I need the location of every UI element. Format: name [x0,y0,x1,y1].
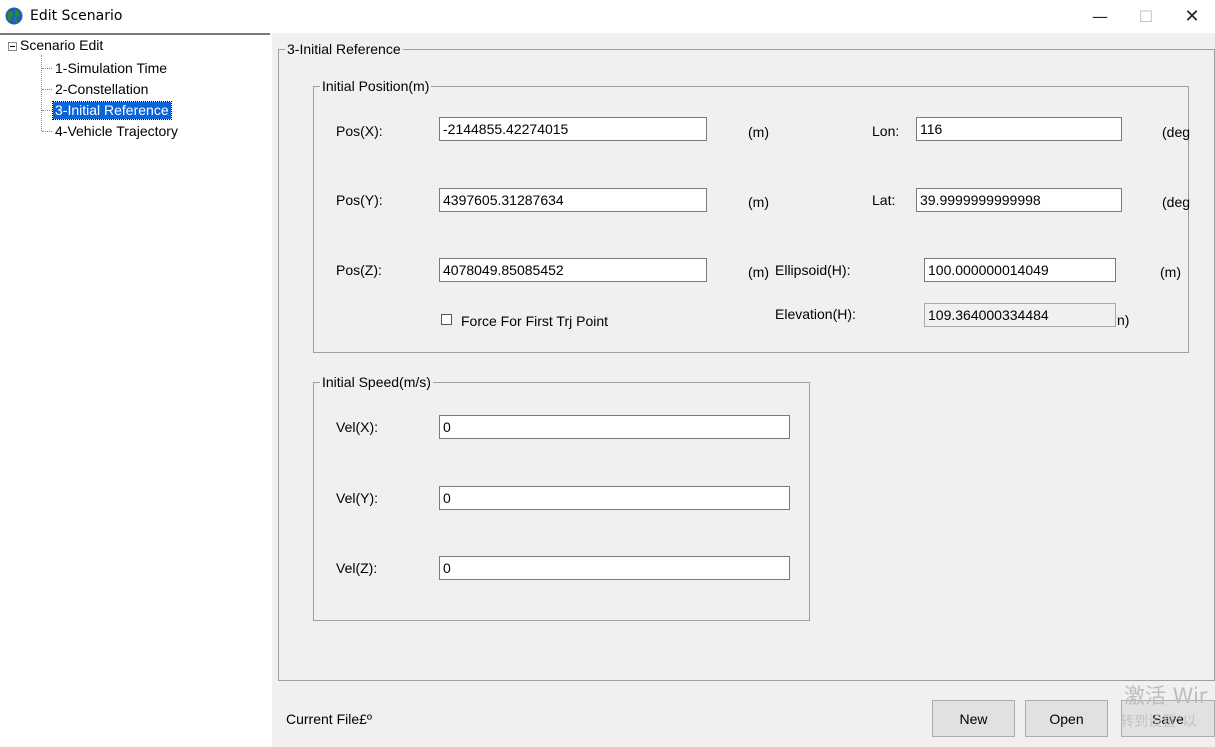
vel-z-input[interactable] [439,556,790,580]
tree-connector-line [42,131,52,132]
ellipsoid-label: Ellipsoid(H): [775,262,851,278]
tree-item-initial-reference[interactable]: 3-Initial Reference [52,101,172,120]
scenario-tree [0,33,270,747]
initial-reference-group-label: 3-Initial Reference [285,41,403,57]
vel-y-label: Vel(Y): [336,490,379,506]
lon-label: Lon: [872,123,900,139]
tree-item-vehicle-trajectory[interactable]: 4-Vehicle Trajectory [53,123,180,140]
title-bar: Edit Scenario — ☐ ✕ [0,0,1215,33]
pos-y-input[interactable] [439,188,707,212]
elevation-label: Elevation(H): [775,306,856,322]
window-title: Edit Scenario [30,8,123,24]
pos-x-unit: (m) [748,124,769,140]
pos-z-input[interactable] [439,258,707,282]
pos-x-input[interactable] [439,117,707,141]
initial-speed-group-label: Initial Speed(m/s) [320,374,433,390]
vel-x-label: Vel(X): [336,419,379,435]
collapse-icon[interactable] [8,42,17,51]
new-button[interactable]: New [932,700,1015,737]
lon-input[interactable] [916,117,1122,141]
pos-y-label: Pos(Y): [336,192,383,208]
vel-x-input[interactable] [439,415,790,439]
pos-z-unit: (m) [748,264,769,280]
activation-watermark-subtitle: 转到设置"以 [1120,714,1197,730]
initial-position-group-label: Initial Position(m) [320,78,432,94]
pos-z-label: Pos(Z): [336,262,382,278]
maximize-button[interactable]: ☐ [1123,0,1169,33]
tree-root-label[interactable]: Scenario Edit [20,37,103,53]
vel-y-input[interactable] [439,486,790,510]
lat-label: Lat: [872,192,896,208]
tree-connector-line [41,55,42,131]
tree-connector-line [42,68,52,69]
pos-y-unit: (m) [748,194,769,210]
tree-item-constellation[interactable]: 2-Constellation [53,81,150,98]
lon-unit: (deg [1162,124,1191,140]
lat-input[interactable] [916,188,1122,212]
lat-unit: (deg [1162,194,1191,210]
force-first-point-checkbox[interactable] [441,314,452,325]
current-file-label: Current File£º [286,711,373,727]
globe-icon [5,7,23,25]
ellipsoid-input[interactable] [924,258,1116,282]
open-button[interactable]: Open [1025,700,1108,737]
force-first-point-label[interactable]: Force For First Trj Point [461,313,608,329]
pos-x-label: Pos(X): [336,123,383,139]
elevation-field [924,303,1116,327]
tree-connector-line [42,110,52,111]
elevation-unit: n) [1117,312,1130,328]
close-button[interactable]: ✕ [1169,0,1215,33]
tree-connector-line [42,89,52,90]
minimize-button[interactable]: — [1077,0,1123,33]
vel-z-label: Vel(Z): [336,560,378,576]
activation-watermark-title: 激活 Wir [1124,684,1208,708]
ellipsoid-unit: (m) [1160,264,1181,280]
tree-item-simulation-time[interactable]: 1-Simulation Time [53,60,169,77]
